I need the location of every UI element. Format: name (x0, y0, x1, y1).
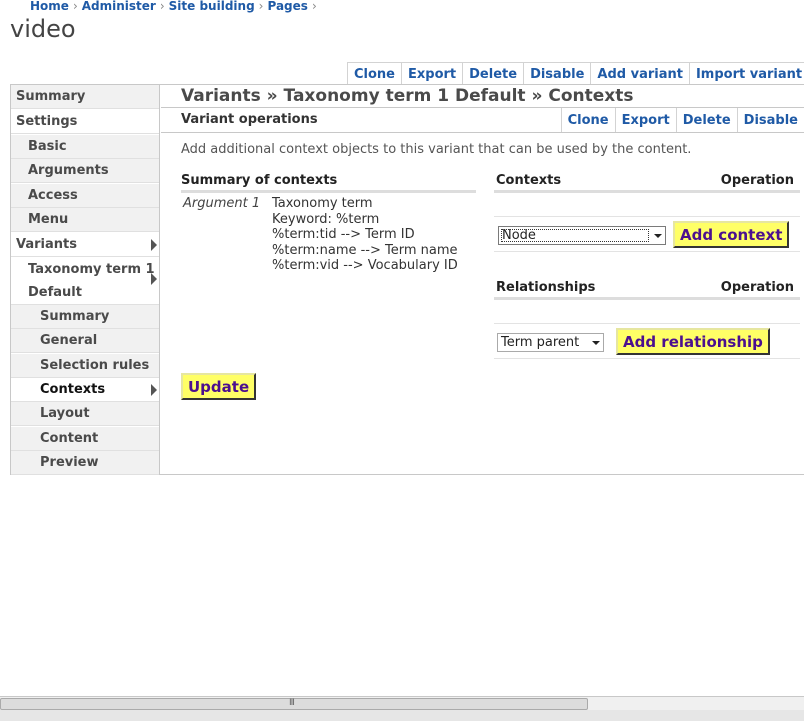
clone-button[interactable]: Clone (348, 63, 402, 85)
expand-arrow-icon (151, 273, 157, 285)
nav-menu[interactable]: Menu (11, 208, 159, 232)
add-context-button[interactable]: Add context (673, 221, 790, 248)
summary-of-contexts-heading: Summary of contexts (181, 173, 476, 193)
breadcrumb-separator: › (159, 0, 165, 13)
nav-variants-label: Variants (16, 237, 77, 252)
nav-variant-subname: Default (28, 284, 82, 300)
variant-export-button[interactable]: Export (616, 108, 677, 132)
context-select[interactable]: Node (498, 226, 666, 245)
relationships-table-header: Relationships Operation (494, 280, 800, 300)
variant-delete-button[interactable]: Delete (677, 108, 738, 132)
relationships-heading: Relationships (496, 280, 596, 295)
dropdown-arrow-icon (592, 341, 600, 345)
page-title: video (10, 15, 76, 43)
nav-settings[interactable]: Settings (11, 110, 159, 134)
nav-variant-name: Taxonomy term 1 (28, 261, 155, 277)
breadcrumb-separator: › (72, 0, 78, 13)
breadcrumb: Home › Administer › Site building › Pages › (30, 0, 321, 13)
nav-variant-taxonomy-term-1[interactable]: Taxonomy term 1 Default (11, 257, 159, 305)
argument-label: Argument 1 (183, 196, 261, 211)
add-relationship-row: Term parent Add relationship (494, 323, 800, 359)
active-arrow-icon (151, 384, 157, 396)
disable-button[interactable]: Disable (524, 63, 592, 85)
scrollbar-thumb[interactable] (0, 698, 588, 710)
relationship-select[interactable]: Term parent (497, 333, 604, 352)
nav-basic[interactable]: Basic (11, 135, 159, 159)
operation-heading: Operation (720, 280, 794, 295)
horizontal-scrollbar[interactable]: III (0, 696, 804, 710)
breadcrumb-separator: › (311, 0, 317, 13)
nav-variant-selection-rules[interactable]: Selection rules (11, 354, 159, 378)
contexts-description: Add additional context objects to this v… (181, 142, 692, 157)
delete-button[interactable]: Delete (463, 63, 525, 85)
nav-variant-summary[interactable]: Summary (11, 305, 159, 329)
nav-variant-general[interactable]: General (11, 329, 159, 353)
breadcrumb-site-building[interactable]: Site building (169, 0, 255, 13)
add-context-row: Node Add context (494, 216, 800, 252)
content-title: Variants » Taxonomy term 1 Default » Con… (181, 86, 634, 106)
contexts-table-header: Contexts Operation (494, 173, 800, 193)
contexts-heading: Contexts (496, 173, 562, 188)
argument-token: %term:name --> Term name (272, 242, 458, 258)
variant-clone-button[interactable]: Clone (562, 108, 616, 132)
argument-token: %term:vid --> Vocabulary ID (272, 258, 458, 273)
breadcrumb-home[interactable]: Home (30, 0, 69, 13)
expand-arrow-icon (151, 239, 157, 251)
import-variant-button[interactable]: Import variant (690, 63, 804, 85)
nav-arguments[interactable]: Arguments (11, 159, 159, 183)
relationship-select-value: Term parent (501, 335, 580, 350)
variant-disable-button[interactable]: Disable (738, 108, 804, 132)
focus-outline (501, 229, 649, 242)
dropdown-arrow-icon (654, 234, 662, 238)
nav-variant-preview[interactable]: Preview (11, 451, 159, 475)
scrollbar-grip-icon: III (289, 698, 295, 708)
nav-variants[interactable]: Variants (11, 233, 159, 257)
status-bar (0, 710, 804, 721)
add-variant-button[interactable]: Add variant (591, 63, 690, 85)
nav-variant-content[interactable]: Content (11, 427, 159, 451)
operation-heading: Operation (720, 173, 794, 188)
variant-operations-label: Variant operations (181, 112, 318, 127)
argument-token: %term:tid --> Term ID (272, 227, 415, 242)
argument-details: Taxonomy term Keyword: %term %term:tid -… (272, 196, 458, 274)
update-button[interactable]: Update (181, 373, 257, 400)
breadcrumb-separator: › (258, 0, 264, 13)
nav-variant-contexts[interactable]: Contexts (11, 378, 159, 402)
divider (161, 132, 804, 133)
add-relationship-button[interactable]: Add relationship (616, 328, 770, 355)
left-nav: Summary Settings Basic Arguments Access … (11, 85, 160, 475)
page-manager-frame: Summary Settings Basic Arguments Access … (10, 84, 804, 475)
export-button[interactable]: Export (402, 63, 464, 85)
breadcrumb-administer[interactable]: Administer (82, 0, 156, 13)
nav-contexts-label: Contexts (40, 382, 106, 397)
variant-operations: Clone Export Delete Disable (560, 108, 804, 132)
nav-access[interactable]: Access (11, 184, 159, 208)
content-area: Variants » Taxonomy term 1 Default » Con… (161, 85, 804, 474)
nav-variant-layout[interactable]: Layout (11, 402, 159, 426)
breadcrumb-pages[interactable]: Pages (267, 0, 307, 13)
nav-summary[interactable]: Summary (11, 85, 159, 109)
page-operations: Clone Export Delete Disable Add variant … (347, 62, 804, 85)
argument-keyword: Keyword: %term (272, 211, 380, 227)
argument-type: Taxonomy term (272, 196, 373, 211)
